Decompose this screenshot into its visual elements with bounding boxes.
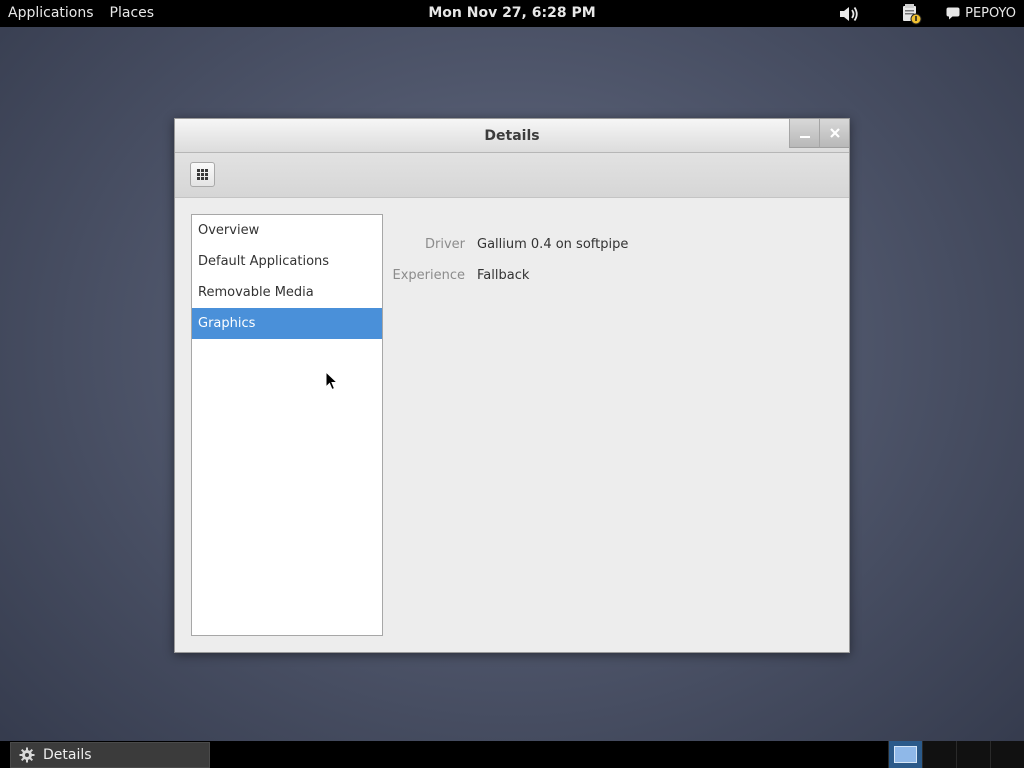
driver-row: Driver Gallium 0.4 on softpipe — [383, 229, 843, 260]
sidebar-item-default-applications[interactable]: Default Applications — [192, 246, 382, 277]
workspace-3[interactable] — [956, 741, 990, 768]
taskbar-item-label: Details — [43, 747, 92, 763]
window-controls — [789, 119, 849, 148]
bottom-panel: Details — [0, 741, 1024, 768]
mouse-cursor-icon — [325, 371, 339, 391]
notification-icon — [903, 3, 922, 24]
window-toolbar — [175, 153, 849, 198]
experience-value: Fallback — [477, 268, 530, 283]
applications-menu[interactable]: Applications — [0, 0, 102, 27]
driver-label: Driver — [424, 237, 465, 252]
volume-icon — [840, 6, 858, 21]
details-window: Details Overview Default Applications Re… — [174, 118, 850, 653]
grid-icon — [197, 169, 208, 180]
window-titlebar[interactable]: Details — [175, 119, 849, 153]
volume-indicator[interactable] — [829, 0, 871, 27]
close-icon — [829, 128, 840, 138]
top-panel: Applications Places Mon Nov 27, 6:28 PM — [0, 0, 1024, 27]
clock[interactable]: Mon Nov 27, 6:28 PM — [428, 5, 595, 21]
minimize-button[interactable] — [789, 119, 819, 148]
workspace-4[interactable] — [990, 741, 1024, 768]
driver-value: Gallium 0.4 on softpipe — [477, 237, 629, 252]
experience-label: Experience — [392, 268, 466, 283]
close-button[interactable] — [819, 119, 849, 148]
experience-row: Experience Fallback — [383, 260, 843, 291]
gear-icon — [19, 747, 35, 763]
sidebar-item-graphics[interactable]: Graphics — [192, 308, 382, 339]
workspace-2[interactable] — [922, 741, 956, 768]
workspace-window-preview — [894, 746, 917, 763]
workspace-1[interactable] — [888, 741, 922, 768]
window-title: Details — [484, 128, 540, 144]
details-sidebar: Overview Default Applications Removable … — [191, 214, 383, 636]
chat-icon — [946, 7, 960, 20]
sidebar-item-removable-media[interactable]: Removable Media — [192, 277, 382, 308]
places-menu[interactable]: Places — [102, 0, 163, 27]
taskbar-item-details[interactable]: Details — [10, 742, 210, 768]
user-menu[interactable]: PEPOYO — [937, 0, 1024, 27]
system-tray: PEPOYO — [829, 0, 1024, 27]
sidebar-item-overview[interactable]: Overview — [192, 215, 382, 246]
top-menu: Applications Places — [0, 0, 162, 27]
workspace-switcher — [888, 741, 1024, 768]
user-name: PEPOYO — [965, 6, 1016, 21]
minimize-icon — [799, 136, 810, 138]
graphics-info: Driver Gallium 0.4 on softpipe Experienc… — [383, 229, 843, 291]
notifications-indicator[interactable] — [871, 0, 937, 27]
show-all-button[interactable] — [190, 162, 215, 187]
